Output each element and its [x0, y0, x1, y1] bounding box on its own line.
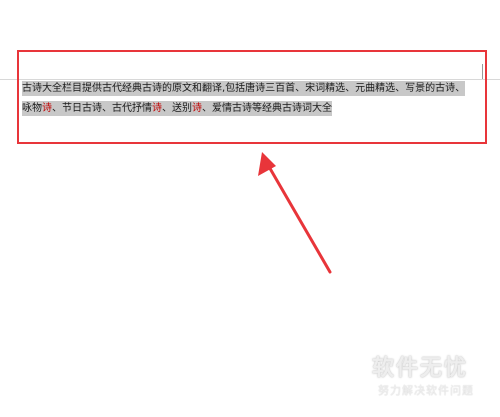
watermark-subtitle: 努力解决软件问题 — [378, 384, 474, 397]
watermark-logo: 软件无忧 努力解决软件问题 — [372, 355, 500, 415]
document-page: 古诗大全栏目提供古代经典古诗的原文和翻译,包括唐诗三百首、宋词精选、元曲精选、写… — [0, 0, 500, 417]
watermark-title: 软件无忧 — [372, 356, 469, 381]
arrow-head — [258, 152, 276, 176]
arrow-shaft — [266, 163, 332, 274]
annotation-highlight-box — [17, 50, 487, 144]
